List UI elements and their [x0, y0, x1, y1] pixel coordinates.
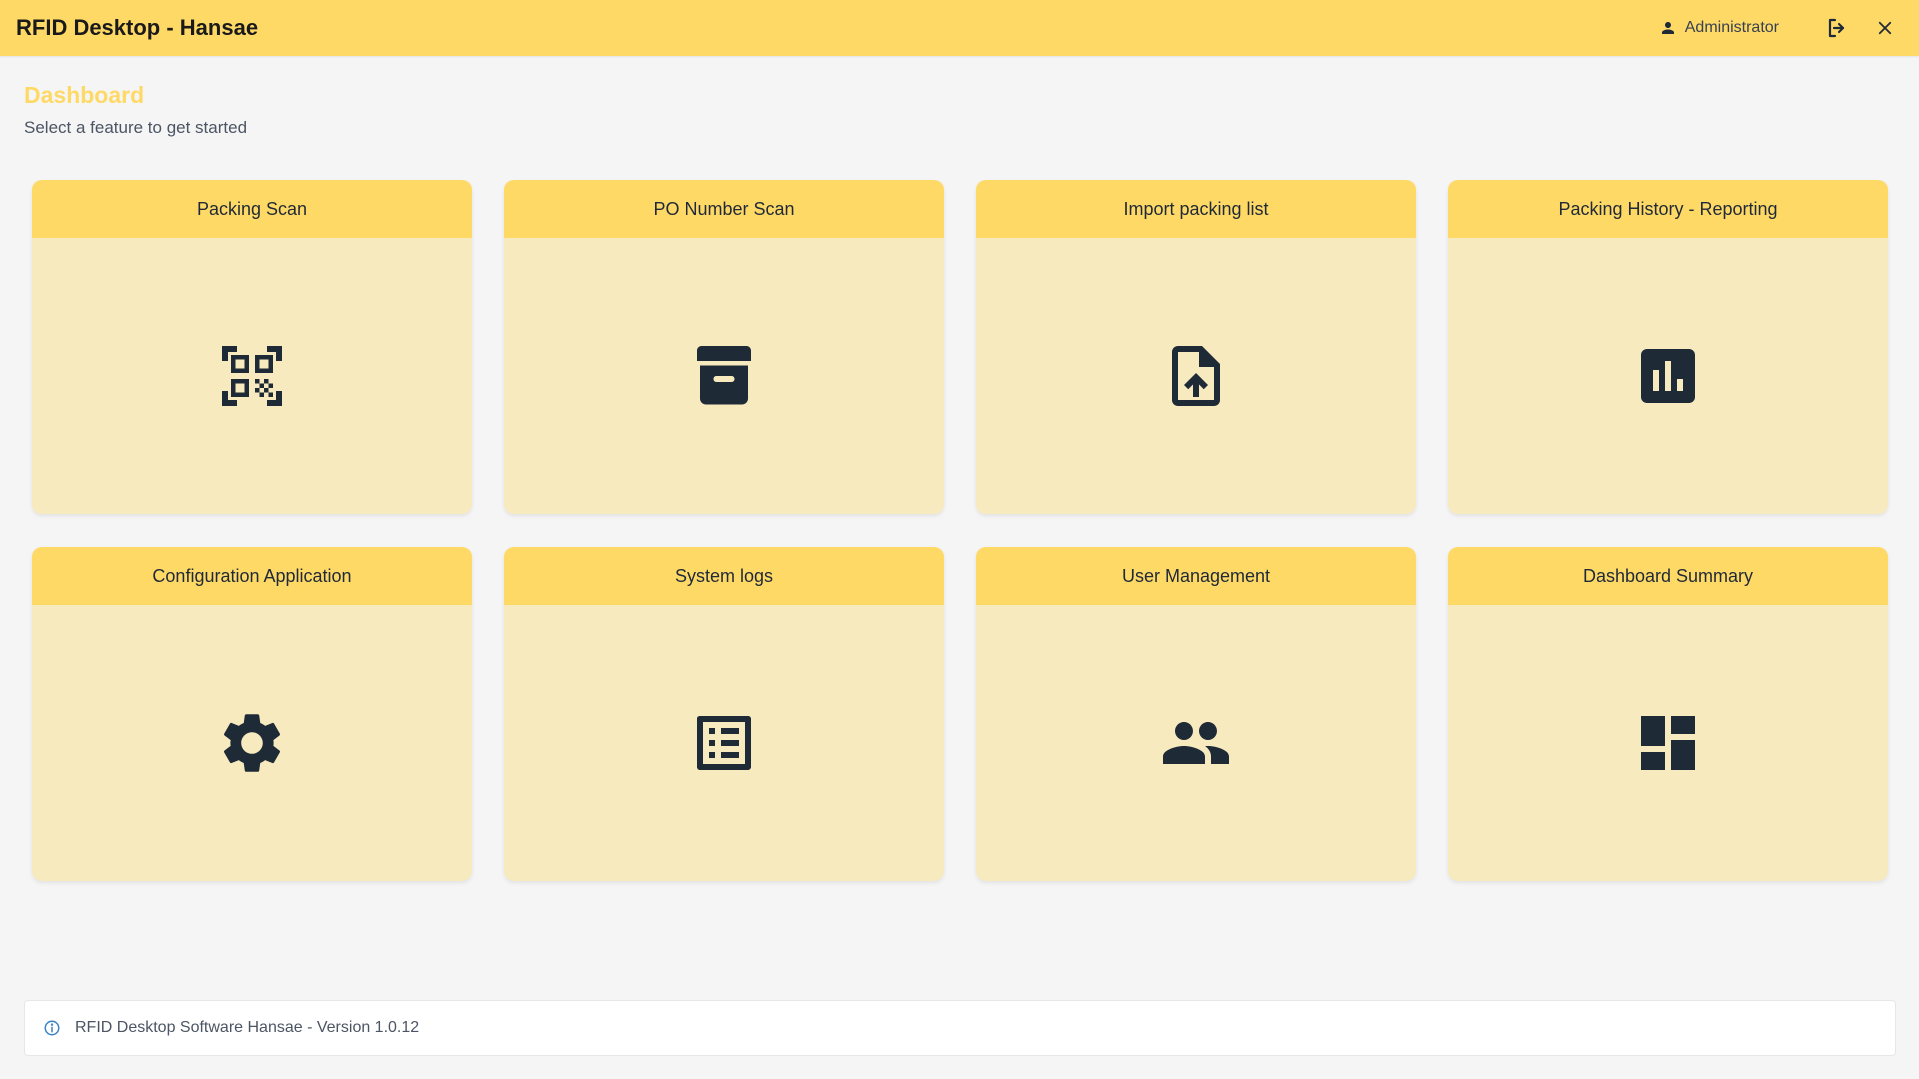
card-title: PO Number Scan	[504, 180, 944, 238]
version-text: RFID Desktop Software Hansae - Version 1…	[75, 1019, 420, 1036]
user-management-card[interactable]: User Management	[976, 547, 1416, 881]
card-body	[504, 238, 944, 514]
logout-button[interactable]	[1819, 10, 1855, 46]
card-title: Configuration Application	[32, 547, 472, 605]
current-user: Administrator	[1659, 19, 1779, 37]
card-title: Packing Scan	[32, 180, 472, 238]
page-subtitle: Select a feature to get started	[24, 118, 248, 137]
page-title: Dashboard	[24, 82, 145, 108]
card-body	[1448, 238, 1888, 514]
card-body	[976, 238, 1416, 514]
status-footer: RFID Desktop Software Hansae - Version 1…	[24, 1000, 1896, 1056]
card-body	[32, 605, 472, 881]
qr-code-scanner-icon	[222, 346, 282, 406]
people-icon	[1163, 722, 1229, 764]
system-logs-card[interactable]: System logs	[504, 547, 944, 881]
dashboard-icon	[1641, 716, 1695, 770]
file-upload-icon	[1172, 346, 1220, 406]
bar-chart-icon	[1641, 349, 1695, 403]
card-title: User Management	[976, 547, 1416, 605]
close-button[interactable]	[1867, 10, 1903, 46]
packing-history-card[interactable]: Packing History - Reporting	[1448, 180, 1888, 514]
card-body	[1448, 605, 1888, 881]
card-body	[976, 605, 1416, 881]
person-icon	[1661, 22, 1674, 34]
close-icon	[1878, 21, 1892, 35]
list-icon	[697, 716, 751, 770]
archive-box-icon	[697, 346, 751, 405]
user-name: Administrator	[1684, 19, 1779, 36]
gear-icon	[223, 714, 281, 772]
title-bar-actions: Administrator	[1659, 0, 1903, 56]
import-packing-list-card[interactable]: Import packing list	[976, 180, 1416, 514]
page-header: Dashboard Select a feature to get starte…	[24, 82, 247, 138]
configuration-application-card[interactable]: Configuration Application	[32, 547, 472, 881]
card-title: System logs	[504, 547, 944, 605]
logout-icon	[1828, 18, 1845, 38]
card-title: Packing History - Reporting	[1448, 180, 1888, 238]
app-title: RFID Desktop - Hansae	[16, 15, 259, 40]
card-body	[504, 605, 944, 881]
card-title: Import packing list	[976, 180, 1416, 238]
card-title: Dashboard Summary	[1448, 547, 1888, 605]
feature-grid: Packing Scan PO Number Scan Import packi…	[32, 180, 1889, 881]
title-bar: RFID Desktop - Hansae Administrator	[0, 0, 1919, 56]
packing-scan-card[interactable]: Packing Scan	[32, 180, 472, 514]
card-body	[32, 238, 472, 514]
po-number-scan-card[interactable]: PO Number Scan	[504, 180, 944, 514]
dashboard-summary-card[interactable]: Dashboard Summary	[1448, 547, 1888, 881]
info-icon	[44, 1020, 60, 1036]
